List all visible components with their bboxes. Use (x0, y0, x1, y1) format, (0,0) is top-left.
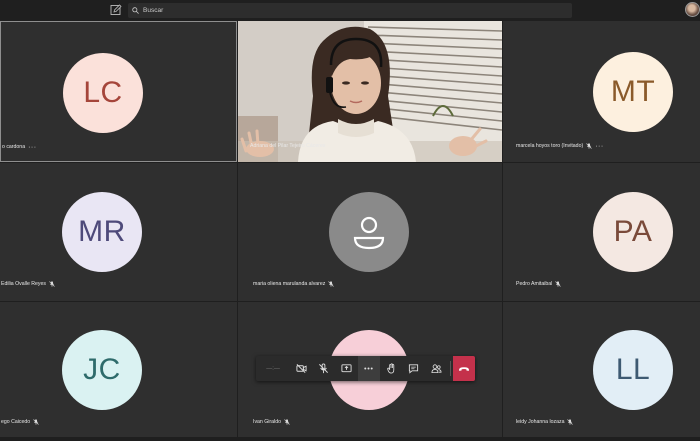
toolbar-divider (449, 361, 451, 376)
more-options-icon[interactable]: ··· (595, 143, 604, 150)
participant-tile[interactable]: MT marcela hoyos toro (Invitado) ··· (503, 21, 700, 162)
teams-meeting-window: Buscar LC o cardona ··· Adriana del Pila… (0, 0, 700, 441)
avatar-initials: LC (83, 76, 123, 109)
avatar: LC (63, 53, 143, 133)
avatar-initials: PA (613, 215, 653, 248)
chat-button[interactable] (403, 356, 425, 381)
participant-name-row: o cardona ··· (2, 144, 37, 151)
mic-icon (33, 419, 39, 425)
participant-name: Ivan Giraldo (253, 419, 281, 425)
mic-icon (555, 281, 562, 287)
mic-icon (586, 143, 592, 149)
participant-tile[interactable]: maria oliena marulanda alvarez (238, 163, 502, 301)
participant-name: Adriana del Pilar Tejeiro Cáceres (250, 143, 326, 149)
avatar-initials: LL (615, 353, 651, 386)
participant-name: Edilia Ovalle Reyes (1, 281, 46, 287)
participant-name-row: Pedro Amitaibal (516, 281, 562, 287)
participant-name-row: leidy Johanna lozaza (516, 419, 574, 425)
participant-name: marcela hoyos toro (Invitado) (516, 143, 584, 149)
participant-name-row: Edilia Ovalle Reyes (1, 281, 55, 287)
microphone-button[interactable] (313, 356, 335, 381)
profile-avatar[interactable] (685, 2, 700, 17)
chat-icon (409, 364, 419, 374)
avatar: JC (62, 330, 142, 410)
mic-icon (49, 281, 55, 287)
avatar: PA (593, 192, 673, 272)
hang-up-icon (458, 366, 469, 371)
hang-up-button[interactable] (452, 356, 476, 381)
participant-tile[interactable]: PA Pedro Amitaibal (503, 163, 700, 301)
video-feed (238, 21, 502, 162)
avatar-initials: MT (610, 75, 656, 108)
camera-button[interactable] (290, 356, 312, 381)
raise-hand-button[interactable] (380, 356, 402, 381)
participant-name: o cardona (2, 144, 26, 150)
participant-name: ego Caicedo (1, 419, 31, 425)
avatar: MR (62, 192, 142, 272)
participant-name-row: ego Caicedo (1, 419, 39, 425)
avatar: MT (593, 52, 673, 132)
more-icon (364, 367, 374, 370)
raise-hand-icon (387, 363, 395, 374)
share-screen-button[interactable] (335, 356, 357, 381)
participant-name: Pedro Amitaibal (516, 281, 553, 287)
mic-icon (284, 419, 290, 425)
compose-icon[interactable] (110, 4, 122, 16)
more-actions-button[interactable] (357, 356, 381, 381)
participant-name-row: marcela hoyos toro (Invitado) ··· (516, 143, 604, 150)
participant-tile[interactable]: LL leidy Johanna lozaza (503, 302, 700, 437)
avatar: LL (593, 330, 673, 410)
participant-name-row: maria oliena marulanda alvarez (253, 281, 335, 287)
participant-name-row: Ivan Giraldo (253, 419, 290, 425)
avatar-initials: MR (78, 215, 126, 248)
search-bar[interactable]: Buscar (128, 3, 572, 18)
participant-video[interactable]: Adriana del Pilar Tejeiro Cáceres (238, 21, 502, 162)
participant-name-row: Adriana del Pilar Tejeiro Cáceres (250, 143, 325, 149)
participant-tile[interactable]: LC o cardona ··· (0, 21, 237, 162)
participant-tile[interactable]: MR Edilia Ovalle Reyes (0, 163, 237, 301)
participant-name: leidy Johanna lozaza (516, 419, 565, 425)
mic-icon (567, 419, 574, 425)
camera-off-icon (296, 364, 307, 373)
participant-tile[interactable]: JC ego Caicedo (0, 302, 237, 437)
share-screen-icon (341, 364, 352, 373)
participant-name: maria oliena marulanda alvarez (253, 281, 326, 287)
top-bar: Buscar (0, 0, 700, 20)
person-icon (353, 216, 385, 250)
people-icon (431, 364, 442, 374)
more-options-icon[interactable]: ··· (28, 144, 37, 151)
search-input[interactable]: Buscar (143, 7, 163, 14)
participants-button[interactable] (425, 356, 447, 381)
call-timer: —:— (266, 365, 280, 372)
avatar-initials: JC (83, 353, 121, 386)
meeting-controls-toolbar: —:— (256, 356, 476, 381)
search-icon (132, 7, 139, 14)
mic-off-icon (319, 363, 329, 374)
mic-icon (328, 281, 335, 287)
avatar (329, 192, 409, 272)
